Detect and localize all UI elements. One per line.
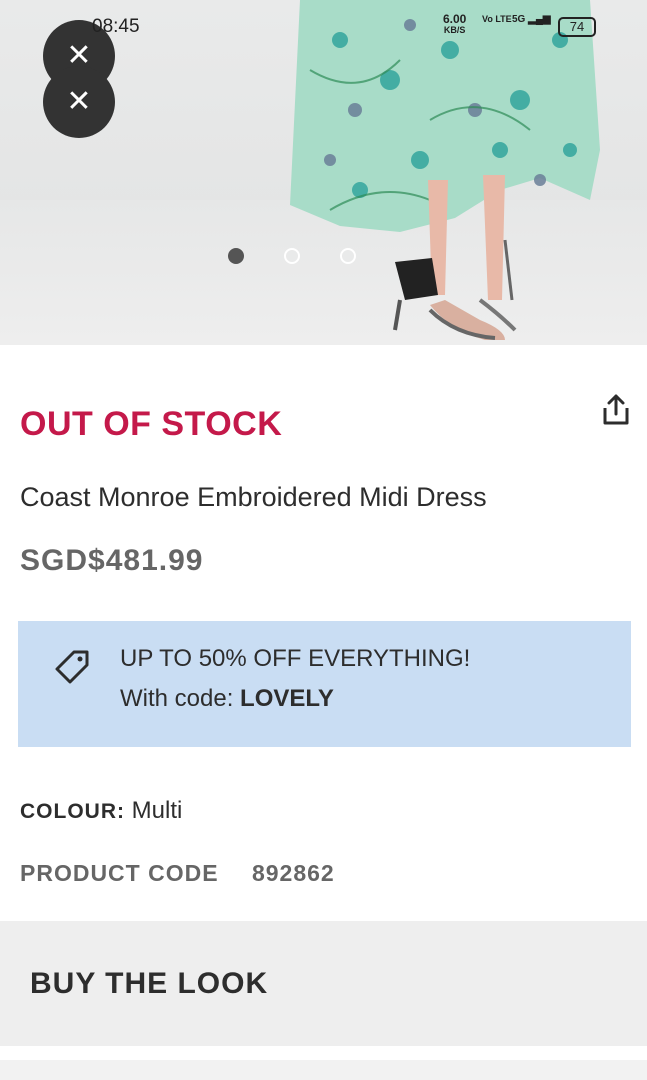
- net-speed-unit: KB/S: [443, 25, 466, 35]
- carousel-indicator: [228, 248, 356, 264]
- share-icon[interactable]: [598, 392, 634, 428]
- status-time: 08:45: [92, 16, 140, 37]
- promo-code-line: With code: LOVELY: [120, 685, 334, 713]
- promo-headline: UP TO 50% OFF EVERYTHING!: [120, 645, 471, 672]
- status-bar: ✕ ✕ 08:45 6.00 KB/S Vo LTE 5G ▂▄▆ 74: [0, 0, 647, 138]
- signal-icon: 5G ▂▄▆: [512, 14, 551, 25]
- net-speed: 6.00 KB/S: [443, 12, 467, 36]
- product-price: SGD$481.99: [20, 544, 204, 577]
- battery-icon: 74: [558, 17, 596, 37]
- promo-code: LOVELY: [240, 685, 334, 712]
- product-code-label: PRODUCT CODE: [20, 860, 219, 886]
- promo-code-prefix: With code:: [120, 685, 241, 712]
- tag-icon: [55, 650, 89, 684]
- buy-the-look-title: BUY THE LOOK: [30, 967, 269, 1000]
- bottom-section: [0, 1060, 647, 1080]
- net-speed-value: 6.00: [443, 12, 467, 26]
- promo-banner[interactable]: UP TO 50% OFF EVERYTHING! With code: LOV…: [18, 621, 631, 747]
- volte-indicator: Vo LTE: [482, 14, 512, 24]
- carousel-dot[interactable]: [340, 248, 356, 264]
- signal-label: 5G: [512, 14, 526, 25]
- close-icon[interactable]: ✕: [43, 66, 115, 138]
- colour-value: Multi: [131, 797, 183, 824]
- buy-the-look-section[interactable]: BUY THE LOOK: [0, 921, 647, 1046]
- colour-label: COLOUR:: [20, 800, 125, 823]
- carousel-dot-active[interactable]: [228, 248, 244, 264]
- product-name: Coast Monroe Embroidered Midi Dress: [20, 482, 487, 512]
- product-code-value: 892862: [251, 860, 335, 886]
- product-code-row: PRODUCT CODE 892862: [20, 860, 335, 887]
- colour-row: COLOUR: Multi: [20, 797, 182, 825]
- stock-status: OUT OF STOCK: [20, 405, 283, 443]
- carousel-dot[interactable]: [284, 248, 300, 264]
